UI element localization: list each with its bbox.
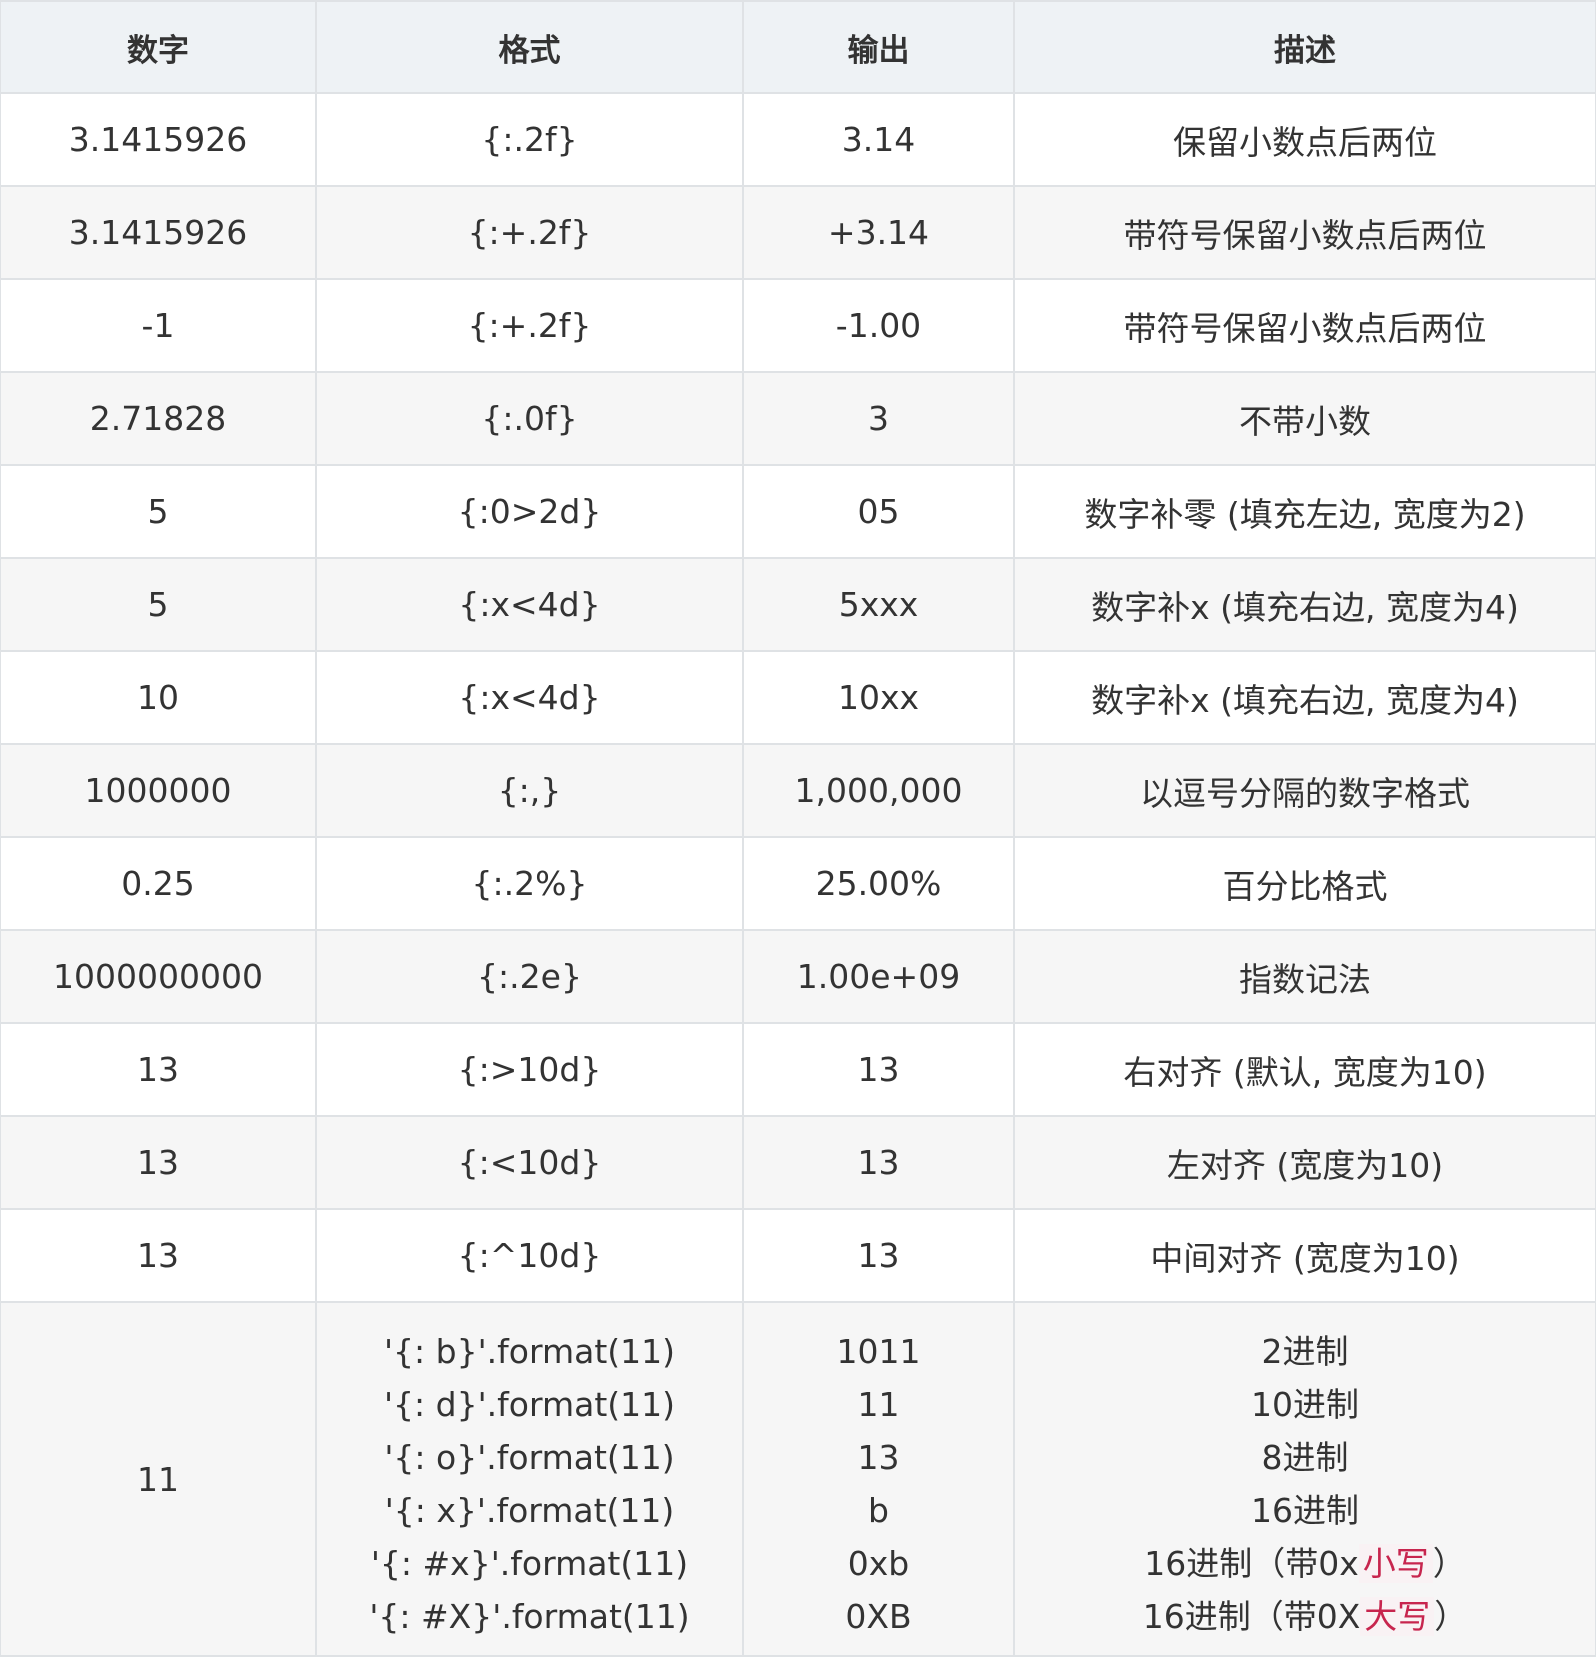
description-line: 16进制（带0X 大写）: [1142, 1597, 1468, 1636]
output-line: 0xb: [847, 1544, 910, 1583]
table-row: 5 {:x<4d} 5xxx 数字补x (填充右边, 宽度为4): [0, 557, 1596, 652]
cell-number: 5: [0, 557, 317, 652]
table-row: 10 {:x<4d} 10xx 数字补x (填充右边, 宽度为4): [0, 650, 1596, 745]
table-row: 13 {:^10d} 13 中间对齐 (宽度为10): [0, 1208, 1596, 1303]
table-row-base-conversion: 11 '{: b}'.format(11) '{: d}'.format(11)…: [0, 1301, 1596, 1657]
cell-format: {:0>2d}: [315, 464, 744, 559]
cell-output: 3.14: [742, 92, 1015, 187]
cell-number: 13: [0, 1022, 317, 1117]
inline-code-highlight: 大写: [1360, 1597, 1435, 1636]
format-line: '{: d}'.format(11): [383, 1385, 676, 1424]
description-line: 16进制: [1251, 1491, 1359, 1530]
cell-format: {:x<4d}: [315, 650, 744, 745]
cell-description: 数字补x (填充右边, 宽度为4): [1013, 650, 1596, 745]
cell-description: 中间对齐 (宽度为10): [1013, 1208, 1596, 1303]
cell-output-list: 1011 11 13 b 0xb 0XB: [742, 1301, 1015, 1657]
cell-description: 数字补零 (填充左边, 宽度为2): [1013, 464, 1596, 559]
output-line: b: [868, 1491, 889, 1530]
cell-number: 10: [0, 650, 317, 745]
format-line: '{: b}'.format(11): [383, 1332, 676, 1371]
cell-output: 05: [742, 464, 1015, 559]
format-line: '{: x}'.format(11): [384, 1491, 675, 1530]
cell-number: 11: [0, 1301, 317, 1657]
cell-output: 25.00%: [742, 836, 1015, 931]
cell-number: 1000000000: [0, 929, 317, 1024]
table-row: 13 {:<10d} 13 左对齐 (宽度为10): [0, 1115, 1596, 1210]
cell-format: {:^10d}: [315, 1208, 744, 1303]
output-line: 13: [857, 1438, 900, 1477]
inline-code-highlight: 小写: [1358, 1544, 1433, 1583]
cell-format: {:x<4d}: [315, 557, 744, 652]
cell-description: 百分比格式: [1013, 836, 1596, 931]
cell-number: 0.25: [0, 836, 317, 931]
cell-description: 以逗号分隔的数字格式: [1013, 743, 1596, 838]
cell-output: 13: [742, 1115, 1015, 1210]
cell-number: 3.1415926: [0, 92, 317, 187]
cell-format: {:.0f}: [315, 371, 744, 466]
output-line: 0XB: [845, 1597, 912, 1636]
cell-output: 13: [742, 1208, 1015, 1303]
cell-output: 1.00e+09: [742, 929, 1015, 1024]
cell-output: 10xx: [742, 650, 1015, 745]
table-row: 2.71828 {:.0f} 3 不带小数: [0, 371, 1596, 466]
output-line: 1011: [836, 1332, 921, 1371]
table-row: -1 {:+.2f} -1.00 带符号保留小数点后两位: [0, 278, 1596, 373]
header-description: 描述: [1013, 0, 1596, 94]
description-line: 2进制: [1261, 1332, 1349, 1371]
description-line: 16进制（带0x 小写）: [1144, 1544, 1466, 1583]
cell-format: {:+.2f}: [315, 185, 744, 280]
cell-description: 不带小数: [1013, 371, 1596, 466]
cell-number: 2.71828: [0, 371, 317, 466]
table-row: 5 {:0>2d} 05 数字补零 (填充左边, 宽度为2): [0, 464, 1596, 559]
header-output: 输出: [742, 0, 1015, 94]
cell-description: 左对齐 (宽度为10): [1013, 1115, 1596, 1210]
description-line: 10进制: [1251, 1385, 1359, 1424]
cell-output: -1.00: [742, 278, 1015, 373]
cell-output: 5xxx: [742, 557, 1015, 652]
cell-number: -1: [0, 278, 317, 373]
cell-description-list: 2进制 10进制 8进制 16进制 16进制（带0x 小写） 16进制（带0X 大写…: [1013, 1301, 1596, 1657]
cell-description: 数字补x (填充右边, 宽度为4): [1013, 557, 1596, 652]
cell-format: {:<10d}: [315, 1115, 744, 1210]
format-line: '{: o}'.format(11): [384, 1438, 675, 1477]
cell-output: 3: [742, 371, 1015, 466]
cell-description: 保留小数点后两位: [1013, 92, 1596, 187]
table-row: 1000000000 {:.2e} 1.00e+09 指数记法: [0, 929, 1596, 1024]
table-row: 0.25 {:.2%} 25.00% 百分比格式: [0, 836, 1596, 931]
cell-number: 13: [0, 1115, 317, 1210]
cell-description: 带符号保留小数点后两位: [1013, 185, 1596, 280]
description-line: 8进制: [1261, 1438, 1349, 1477]
output-line: 11: [857, 1385, 900, 1424]
format-table: 数字 格式 输出 描述 3.1415926 {:.2f} 3.14 保留小数点后…: [0, 0, 1596, 1657]
table-row: 1000000 {:,} 1,000,000 以逗号分隔的数字格式: [0, 743, 1596, 838]
header-number: 数字: [0, 0, 317, 94]
cell-output: 13: [742, 1022, 1015, 1117]
cell-number: 1000000: [0, 743, 317, 838]
header-format: 格式: [315, 0, 744, 94]
cell-description: 带符号保留小数点后两位: [1013, 278, 1596, 373]
table-row: 3.1415926 {:+.2f} +3.14 带符号保留小数点后两位: [0, 185, 1596, 280]
format-line: '{: #X}'.format(11): [369, 1597, 690, 1636]
cell-format: {:.2%}: [315, 836, 744, 931]
cell-format: {:+.2f}: [315, 278, 744, 373]
cell-description: 右对齐 (默认, 宽度为10): [1013, 1022, 1596, 1117]
cell-output: 1,000,000: [742, 743, 1015, 838]
cell-format: {:,}: [315, 743, 744, 838]
format-line: '{: #x}'.format(11): [370, 1544, 689, 1583]
cell-output: +3.14: [742, 185, 1015, 280]
header-row: 数字 格式 输出 描述: [0, 0, 1596, 94]
cell-number: 13: [0, 1208, 317, 1303]
cell-format: {:.2e}: [315, 929, 744, 1024]
cell-format: {:>10d}: [315, 1022, 744, 1117]
cell-number: 3.1415926: [0, 185, 317, 280]
table-row: 13 {:>10d} 13 右对齐 (默认, 宽度为10): [0, 1022, 1596, 1117]
table-row: 3.1415926 {:.2f} 3.14 保留小数点后两位: [0, 92, 1596, 187]
cell-format: {:.2f}: [315, 92, 744, 187]
cell-format-list: '{: b}'.format(11) '{: d}'.format(11) '{…: [315, 1301, 744, 1657]
cell-number: 5: [0, 464, 317, 559]
cell-description: 指数记法: [1013, 929, 1596, 1024]
